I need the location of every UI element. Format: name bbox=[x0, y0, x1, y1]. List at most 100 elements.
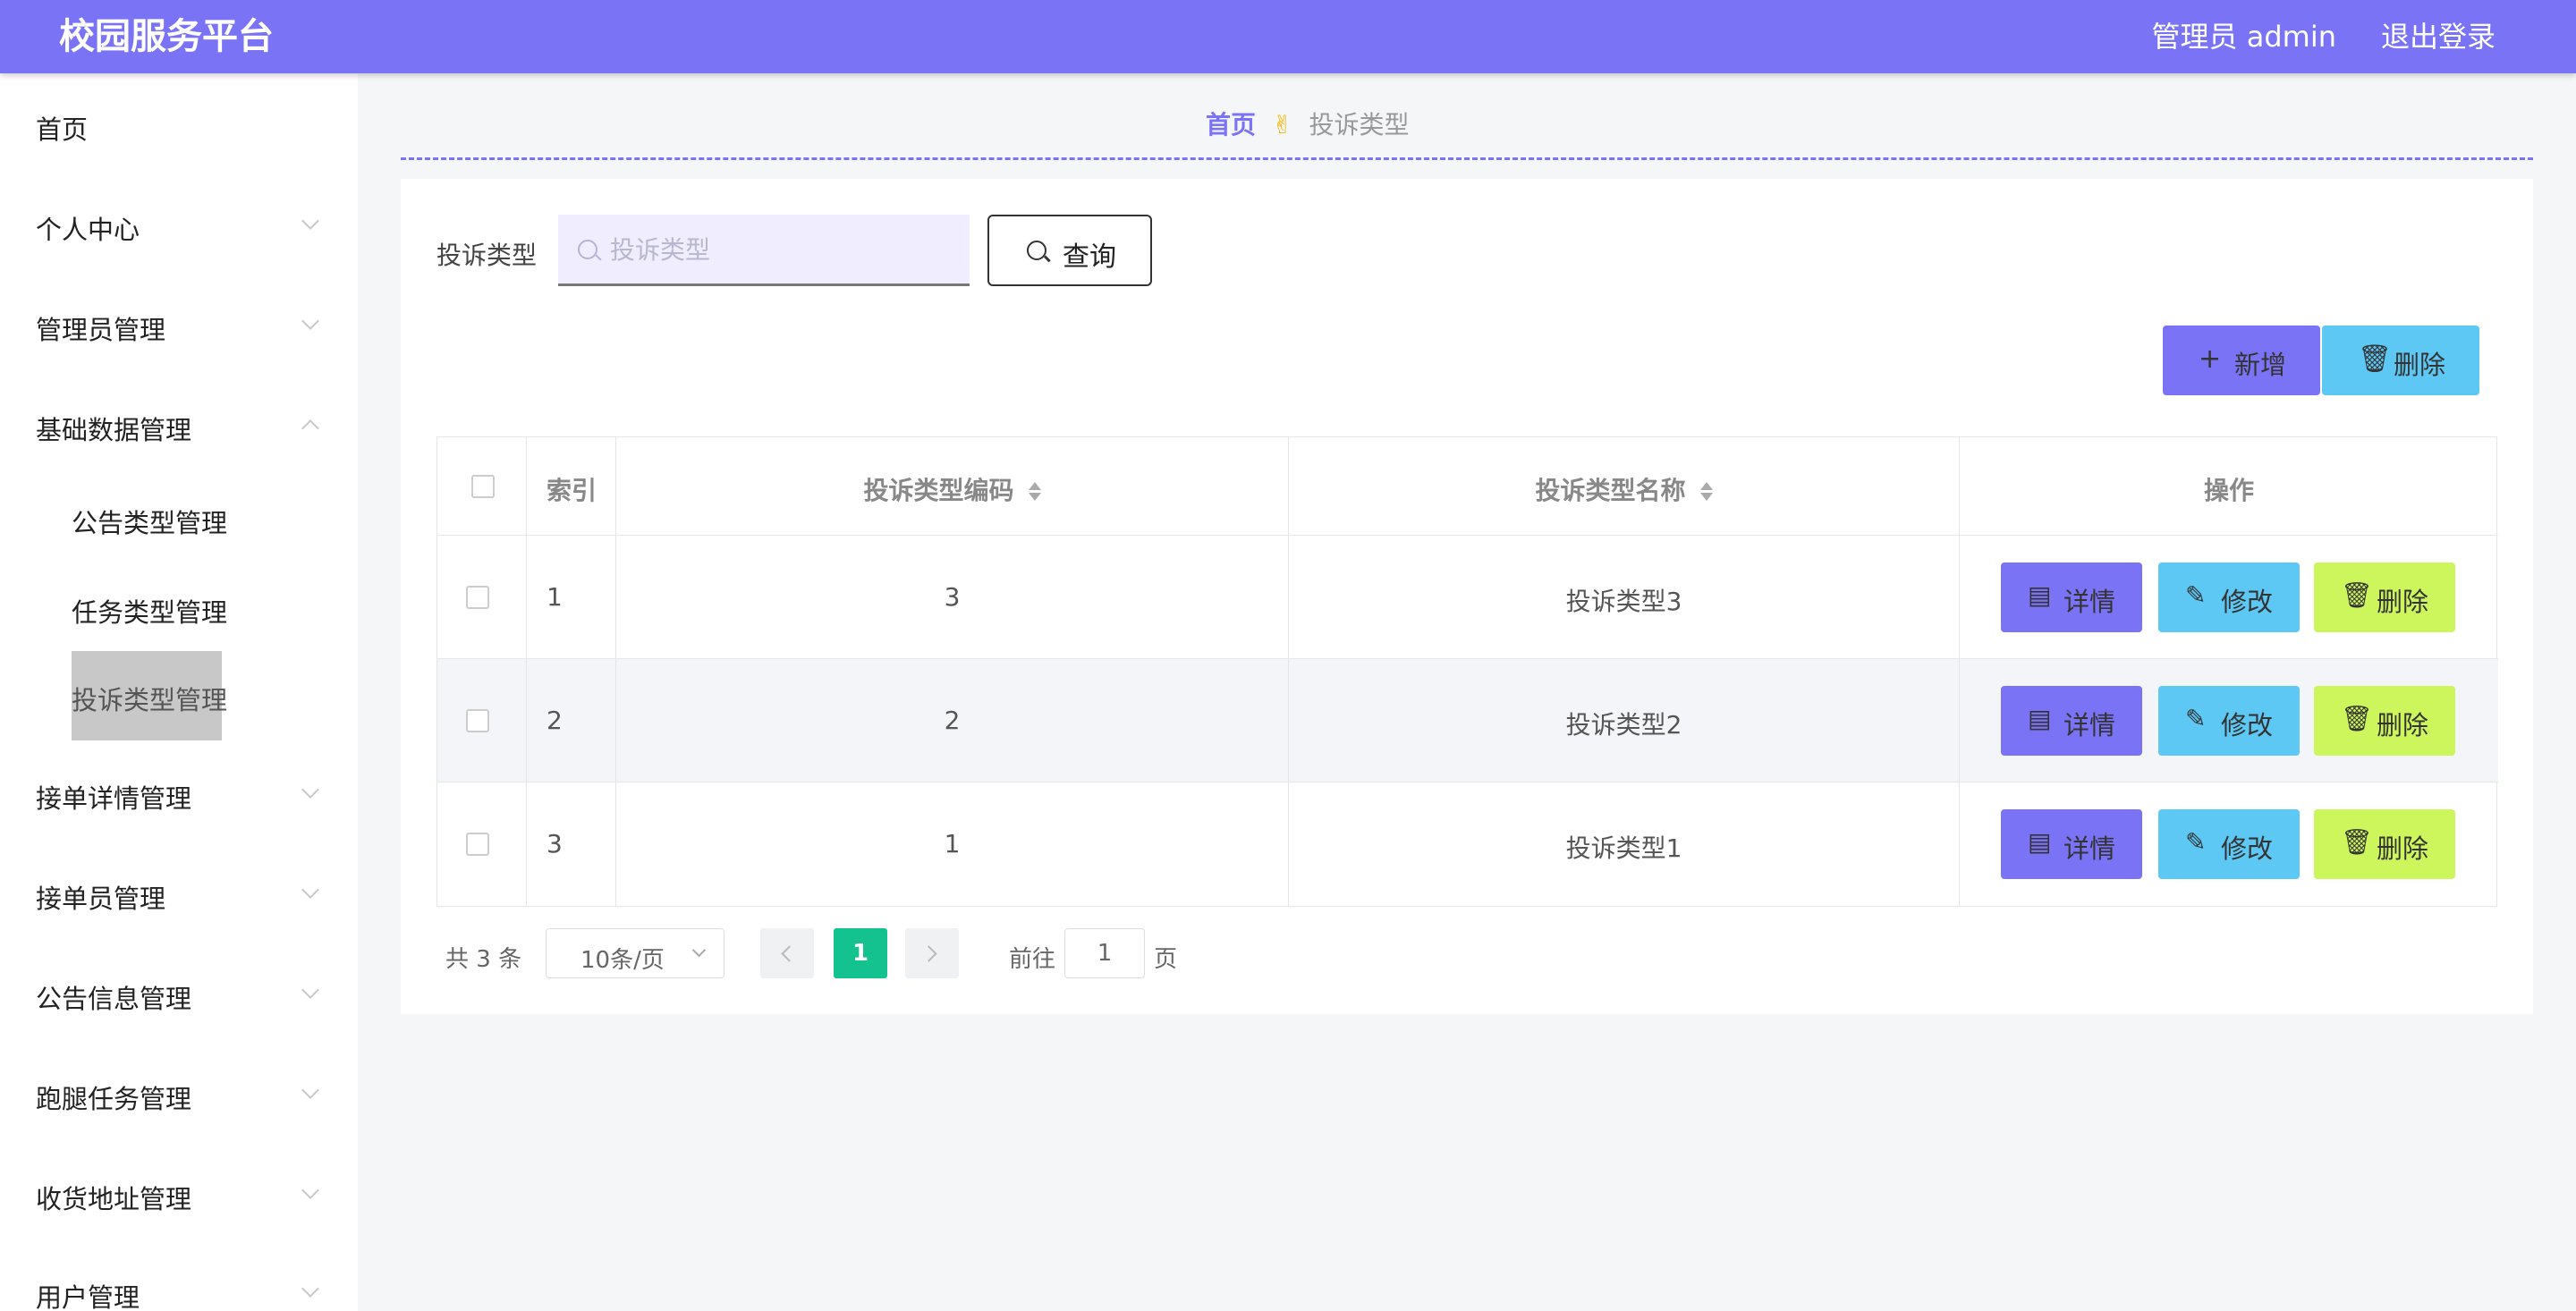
sidebar-subitem-label: 任务类型管理 bbox=[72, 597, 228, 628]
goto-label: 前往 bbox=[1009, 946, 1056, 973]
pencil-icon: ✎ bbox=[2185, 580, 2207, 610]
delete-label: 删除 bbox=[2377, 710, 2429, 740]
table-row: 2 2 投诉类型2 ▤ 详情 ✎ 修改 🗑 删除 bbox=[437, 659, 2498, 782]
add-button[interactable]: + 新增 bbox=[2163, 326, 2320, 395]
sidebar-subitem-label: 投诉类型管理 bbox=[72, 685, 228, 715]
sidebar-item-label: 基础数据管理 bbox=[36, 415, 192, 445]
sidebar-item-label: 公告信息管理 bbox=[36, 984, 192, 1014]
sidebar-item-admin-management[interactable]: 管理员管理 bbox=[0, 299, 358, 352]
sidebar-item-user-management[interactable]: 用户管理 bbox=[0, 1266, 358, 1311]
page-size-value: 10条/页 bbox=[580, 947, 665, 974]
sidebar-item-personal-center[interactable]: 个人中心 bbox=[0, 199, 358, 252]
breadcrumb: 首页 ✌ 投诉类型 bbox=[1206, 106, 1410, 141]
pencil-icon: ✎ bbox=[2185, 704, 2207, 733]
sort-icon[interactable] bbox=[1699, 480, 1713, 503]
row-index: 3 bbox=[547, 829, 563, 858]
delete-label: 删除 bbox=[2377, 833, 2429, 864]
chevron-down-icon bbox=[301, 881, 319, 899]
content-card: 投诉类型 查询 + 新增 🗑 删除 索引 投诉类型编码 投诉类型名称 bbox=[401, 179, 2533, 1014]
table-header: 索引 投诉类型编码 投诉类型名称 操作 bbox=[437, 437, 2498, 536]
chevron-down-icon bbox=[301, 981, 319, 999]
row-name: 投诉类型2 bbox=[1565, 710, 1682, 740]
header-code-cell[interactable]: 投诉类型编码 bbox=[616, 437, 1289, 535]
prev-page-button[interactable] bbox=[760, 928, 814, 978]
current-user: 管理员 admin bbox=[2151, 20, 2336, 54]
row-index-cell: 1 bbox=[527, 536, 616, 658]
row-index: 1 bbox=[547, 582, 563, 612]
breadcrumb-current: 投诉类型 bbox=[1309, 110, 1410, 140]
delete-button[interactable]: 🗑 删除 bbox=[2314, 686, 2455, 756]
row-ops-cell: ▤ 详情 ✎ 修改 🗑 删除 bbox=[1960, 782, 2498, 906]
detail-button[interactable]: ▤ 详情 bbox=[2001, 809, 2142, 879]
trash-icon: 🗑 bbox=[2341, 827, 2373, 857]
sidebar-item-label: 个人中心 bbox=[36, 215, 140, 245]
plus-icon: + bbox=[2199, 343, 2222, 375]
breadcrumb-divider bbox=[401, 157, 2533, 160]
trash-icon: 🗑 bbox=[2358, 343, 2393, 375]
sidebar-item-basic-data[interactable]: 基础数据管理 bbox=[0, 399, 358, 453]
sort-icon[interactable] bbox=[1027, 480, 1041, 503]
sidebar-item-notice-info[interactable]: 公告信息管理 bbox=[0, 968, 358, 1021]
detail-label: 详情 bbox=[2063, 587, 2116, 617]
header-name-label: 投诉类型名称 bbox=[1535, 476, 1686, 505]
row-index-cell: 3 bbox=[527, 782, 616, 906]
sidebar-item-label: 管理员管理 bbox=[36, 315, 166, 345]
chevron-down-icon bbox=[691, 943, 707, 958]
goto-page-input[interactable] bbox=[1064, 928, 1145, 978]
query-button[interactable]: 查询 bbox=[987, 215, 1152, 286]
complaint-type-table: 索引 投诉类型编码 投诉类型名称 操作 1 3 投诉类型3 ▤ 详情 ✎ 修改 🗑 删… bbox=[436, 436, 2498, 907]
pencil-icon: ✎ bbox=[2185, 827, 2207, 857]
row-checkbox[interactable] bbox=[466, 586, 489, 609]
delete-button[interactable]: 🗑 删除 bbox=[2314, 809, 2455, 879]
sidebar-item-home[interactable]: 首页 bbox=[0, 98, 358, 152]
search-icon bbox=[578, 240, 597, 259]
sidebar-item-label: 首页 bbox=[36, 114, 89, 145]
pagination-total: 共 3 条 bbox=[445, 946, 522, 973]
search-input[interactable] bbox=[610, 215, 959, 284]
row-checkbox[interactable] bbox=[466, 833, 489, 856]
header-code: 投诉类型编码 bbox=[616, 471, 1288, 507]
chevron-down-icon bbox=[301, 1181, 319, 1199]
delete-button[interactable]: 🗑 删除 bbox=[2314, 562, 2455, 632]
breadcrumb-home[interactable]: 首页 bbox=[1206, 110, 1256, 140]
sidebar-item-courier-management[interactable]: 接单员管理 bbox=[0, 867, 358, 921]
bulk-delete-button[interactable]: 🗑 删除 bbox=[2322, 326, 2479, 395]
detail-button[interactable]: ▤ 详情 bbox=[2001, 686, 2142, 756]
sidebar-item-label: 接单员管理 bbox=[36, 884, 166, 914]
row-ops-cell: ▤ 详情 ✎ 修改 🗑 删除 bbox=[1960, 536, 2498, 658]
sidebar-item-order-details[interactable]: 接单详情管理 bbox=[0, 767, 358, 821]
edit-button[interactable]: ✎ 修改 bbox=[2158, 809, 2300, 879]
edit-button[interactable]: ✎ 修改 bbox=[2158, 686, 2300, 756]
chevron-down-icon bbox=[301, 1081, 319, 1099]
edit-button[interactable]: ✎ 修改 bbox=[2158, 562, 2300, 632]
table-row: 3 1 投诉类型1 ▤ 详情 ✎ 修改 🗑 删除 bbox=[437, 782, 2498, 906]
detail-button[interactable]: ▤ 详情 bbox=[2001, 562, 2142, 632]
document-icon: ▤ bbox=[2028, 580, 2052, 610]
sidebar: 首页 个人中心 管理员管理 基础数据管理 公告类型管理 任务类型管理 投诉类型管… bbox=[0, 73, 358, 1311]
sidebar-item-errand-tasks[interactable]: 跑腿任务管理 bbox=[0, 1068, 358, 1121]
logout-link[interactable]: 退出登录 bbox=[2381, 0, 2496, 73]
row-select-cell bbox=[437, 782, 527, 906]
chevron-down-icon bbox=[301, 312, 319, 330]
edit-label: 修改 bbox=[2221, 710, 2274, 740]
header-ops-cell: 操作 bbox=[1960, 437, 2498, 535]
row-index-cell: 2 bbox=[527, 659, 616, 782]
row-select-cell bbox=[437, 659, 527, 782]
select-all-checkbox[interactable] bbox=[471, 475, 495, 498]
header-name-cell[interactable]: 投诉类型名称 bbox=[1289, 437, 1960, 535]
row-code: 1 bbox=[944, 829, 961, 858]
row-ops-cell: ▤ 详情 ✎ 修改 🗑 删除 bbox=[1960, 659, 2498, 782]
detail-label: 详情 bbox=[2063, 833, 2116, 864]
row-checkbox[interactable] bbox=[466, 709, 489, 732]
page-number-1[interactable]: 1 bbox=[834, 928, 887, 978]
sidebar-item-shipping-address[interactable]: 收货地址管理 bbox=[0, 1168, 358, 1222]
chevron-down-icon bbox=[301, 1280, 319, 1298]
row-select-cell bbox=[437, 536, 527, 658]
goto-page-unit: 页 bbox=[1154, 946, 1178, 973]
top-header: 校园服务平台 管理员 admin 退出登录 bbox=[0, 0, 2576, 73]
query-button-label: 查询 bbox=[1063, 241, 1116, 273]
table-row: 1 3 投诉类型3 ▤ 详情 ✎ 修改 🗑 删除 bbox=[437, 536, 2498, 659]
page-size-select[interactable]: 10条/页 bbox=[546, 928, 724, 978]
sidebar-subitem-complaint-type[interactable]: 投诉类型管理 bbox=[72, 651, 227, 740]
next-page-button[interactable] bbox=[905, 928, 959, 978]
